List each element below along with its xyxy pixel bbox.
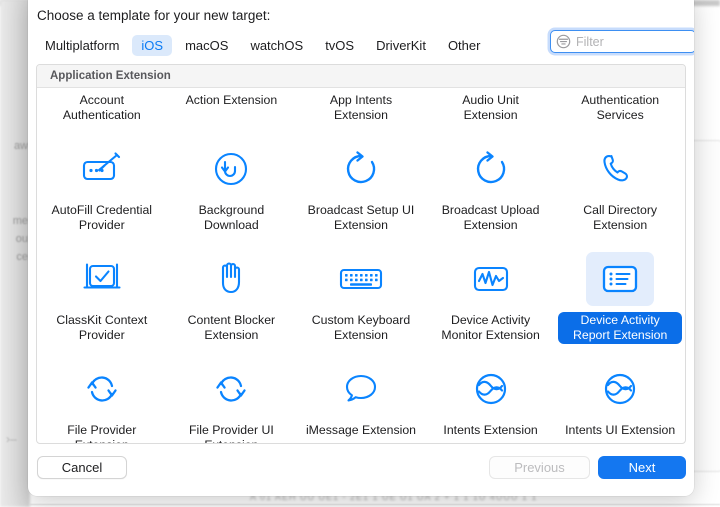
filter-field-wrapper: Filter xyxy=(550,30,694,53)
call-directory-icon xyxy=(603,154,629,182)
template-cell-device-activity-monitor-extension[interactable]: Device Activity Monitor Extension xyxy=(426,246,556,356)
template-cell-authentication-services[interactable]: Authentication Services xyxy=(555,65,685,136)
broadcast-setup-icon xyxy=(346,151,376,184)
template-cell-account-authentication[interactable]: Account Authentication xyxy=(37,65,167,136)
template-label: iMessage Extension xyxy=(305,423,417,437)
template-cell-file-provider-extension[interactable]: File Provider Extension xyxy=(37,356,167,443)
template-label: Broadcast Setup UI Extension xyxy=(307,203,415,232)
template-cell-intents-extension[interactable]: Intents Extension xyxy=(426,356,556,443)
intents-extension-icon xyxy=(475,373,506,405)
template-label: Authentication Services xyxy=(581,93,660,122)
background-text-line: ou xyxy=(15,233,28,245)
template-label: Audio Unit Extension xyxy=(462,93,519,122)
broadcast-upload-icon xyxy=(476,151,505,184)
imessage-extension-icon xyxy=(345,374,377,402)
template-grid-row: File Provider Extension File Provider UI… xyxy=(37,356,685,443)
template-cell-file-provider-ui-extension[interactable]: File Provider UI Extension xyxy=(167,356,297,443)
background-glyph-icon: ›– xyxy=(6,432,17,446)
tab-driverkit[interactable]: DriverKit xyxy=(367,35,435,56)
action-extension-icon xyxy=(197,65,265,86)
app-intents-extension-icon xyxy=(327,65,395,86)
filter-placeholder: Filter xyxy=(576,34,604,49)
template-grid: Account Authentication Action Extension … xyxy=(37,65,685,443)
template-label: Background Download xyxy=(198,203,265,232)
tab-multiplatform[interactable]: Multiplatform xyxy=(36,35,128,56)
template-label: Intents Extension xyxy=(443,423,538,437)
tab-ios[interactable]: iOS xyxy=(132,34,173,56)
filter-input[interactable]: Filter xyxy=(550,30,694,53)
device-activity-monitor-icon xyxy=(473,266,508,292)
template-label: Account Authentication xyxy=(62,93,141,122)
template-label: Device Activity Monitor Extension xyxy=(441,313,540,342)
tab-tvos[interactable]: tvOS xyxy=(316,35,363,56)
custom-keyboard-icon xyxy=(339,268,383,290)
background-text-line: ce xyxy=(16,251,28,263)
device-activity-report-icon xyxy=(603,265,638,293)
template-grid-row: AutoFill Credential Provider Background … xyxy=(37,136,685,246)
template-label: Action Extension xyxy=(185,93,278,107)
template-label: Intents UI Extension xyxy=(565,423,676,437)
template-cell-action-extension[interactable]: Action Extension xyxy=(167,65,297,136)
template-label: File Provider Extension xyxy=(67,423,137,443)
dialog-footer: Cancel Previous Next xyxy=(28,448,694,496)
autofill-credential-icon xyxy=(82,152,120,181)
template-grid-row: ClassKit Context Provider Content Blocke… xyxy=(37,246,685,356)
template-cell-call-directory-extension[interactable]: Call Directory Extension xyxy=(555,136,685,246)
audio-unit-extension-icon xyxy=(457,65,525,86)
background-text-line: me xyxy=(12,215,28,227)
template-label: Custom Keyboard Extension xyxy=(311,313,411,342)
template-grid-row: Account Authentication Action Extension … xyxy=(37,65,685,136)
template-cell-autofill-credential-provider[interactable]: AutoFill Credential Provider xyxy=(37,136,167,246)
template-cell-broadcast-setup-ui-extension[interactable]: Broadcast Setup UI Extension xyxy=(296,136,426,246)
template-cell-classkit-context-provider[interactable]: ClassKit Context Provider xyxy=(37,246,167,356)
template-label: Broadcast Upload Extension xyxy=(441,203,540,232)
template-label: AutoFill Credential Provider xyxy=(51,203,153,232)
background-download-icon xyxy=(215,152,248,186)
tab-other[interactable]: Other xyxy=(439,35,490,56)
template-label: Content Blocker Extension xyxy=(187,313,276,342)
file-provider-icon xyxy=(87,376,117,402)
previous-button: Previous xyxy=(489,456,590,479)
intents-ui-extension-icon xyxy=(605,373,636,405)
account-authentication-icon xyxy=(68,65,136,86)
template-cell-custom-keyboard-extension[interactable]: Custom Keyboard Extension xyxy=(296,246,426,356)
template-chooser-dialog: Choose a template for your new target: M… xyxy=(28,0,694,496)
next-button[interactable]: Next xyxy=(598,456,686,479)
template-list-scroll-area[interactable]: Application Extension Account Authentica… xyxy=(36,64,686,444)
template-label: App Intents Extension xyxy=(329,93,393,122)
template-cell-audio-unit-extension[interactable]: Audio Unit Extension xyxy=(426,65,556,136)
template-label: File Provider UI Extension xyxy=(189,423,274,443)
content-blocker-icon xyxy=(222,262,241,294)
authentication-services-icon xyxy=(586,65,654,86)
template-cell-broadcast-upload-extension[interactable]: Broadcast Upload Extension xyxy=(426,136,556,246)
template-cell-content-blocker-extension[interactable]: Content Blocker Extension xyxy=(167,246,297,356)
template-cell-imessage-extension[interactable]: iMessage Extension xyxy=(296,356,426,443)
template-cell-background-download[interactable]: Background Download xyxy=(167,136,297,246)
classkit-context-icon xyxy=(83,263,121,289)
template-cell-intents-ui-extension[interactable]: Intents UI Extension xyxy=(555,356,685,443)
template-label: Call Directory Extension xyxy=(583,203,658,232)
dialog-title: Choose a template for your new target: xyxy=(37,8,271,23)
filter-icon xyxy=(556,34,571,49)
tab-macos[interactable]: macOS xyxy=(176,35,237,56)
template-cell-device-activity-report-extension[interactable]: Device Activity Report Extension xyxy=(555,246,685,356)
background-text-line: aw xyxy=(13,140,28,152)
cancel-button[interactable]: Cancel xyxy=(37,456,127,479)
tab-watchos[interactable]: watchOS xyxy=(241,35,312,56)
template-cell-app-intents-extension[interactable]: App Intents Extension xyxy=(296,65,426,136)
file-provider-ui-icon xyxy=(216,376,247,402)
template-label: Device Activity Report Extension xyxy=(558,312,683,344)
template-label: ClassKit Context Provider xyxy=(56,313,148,342)
